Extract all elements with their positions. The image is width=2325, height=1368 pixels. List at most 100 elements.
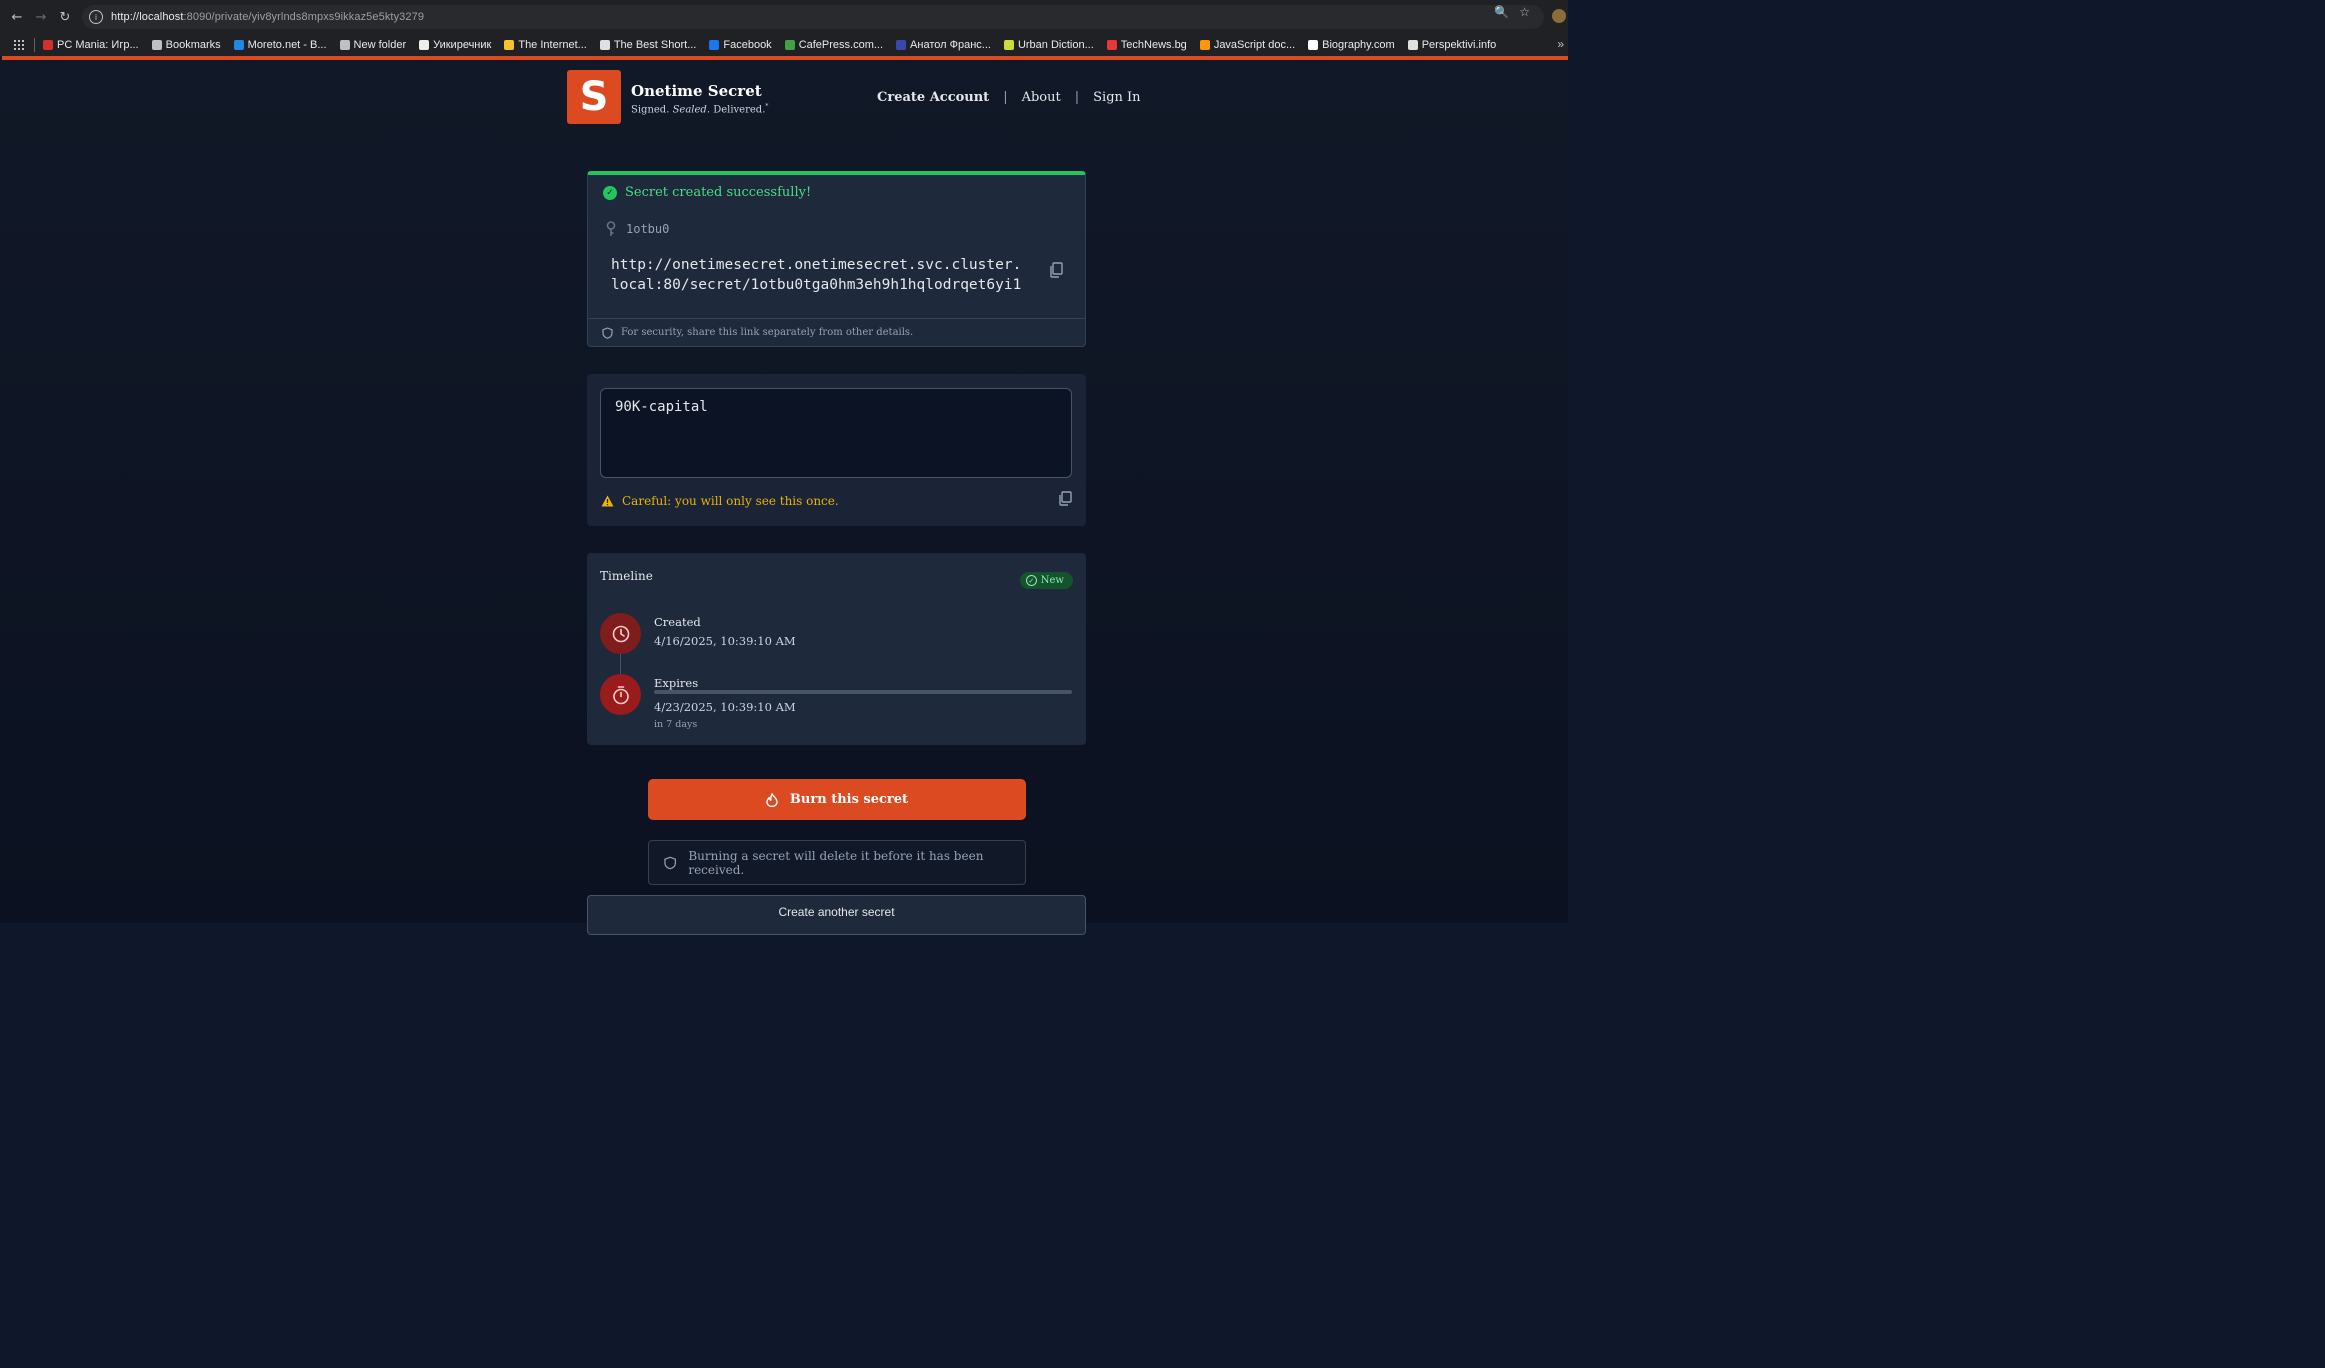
status-badge-text: New	[1040, 575, 1064, 586]
expires-relative: in 7 days	[654, 719, 698, 730]
bookmark-favicon-icon	[43, 40, 53, 50]
shield-icon	[602, 326, 613, 339]
star-icon[interactable]: ☆	[1519, 5, 1530, 19]
copy-link-icon[interactable]	[1049, 262, 1063, 278]
security-note-text: For security, share this link separately…	[621, 327, 914, 338]
bookmark-label: Perspektivi.info	[1421, 39, 1497, 51]
bookmark-label: Biography.com	[1322, 39, 1395, 51]
secret-value-box[interactable]: 90K-capital	[600, 388, 1072, 478]
copy-secret-icon[interactable]	[1058, 491, 1072, 506]
success-message: ✓ Secret created successfully!	[603, 185, 811, 200]
forward-icon[interactable]: →	[30, 6, 52, 28]
bookmarks-bar: PC Mania: Игр... Bookmarks Moreto.net - B.…	[0, 34, 1568, 56]
bookmark-label: Уикиречник	[433, 39, 492, 51]
share-link[interactable]: http://onetimesecret.onetimesecret.svc.c…	[611, 255, 1026, 295]
clock-icon	[612, 625, 629, 642]
bookmark-favicon-icon	[1199, 40, 1210, 50]
bookmark-item[interactable]: New folder	[339, 39, 407, 51]
timeline-connector	[620, 654, 621, 674]
timer-icon	[612, 685, 629, 704]
key-icon	[606, 221, 616, 236]
bookmark-item[interactable]: The Internet...	[504, 39, 587, 51]
bookmark-item[interactable]: The Best Short...	[599, 39, 697, 51]
security-note: For security, share this link separately…	[588, 318, 1085, 346]
logo-icon[interactable]: S	[567, 70, 621, 124]
nav-separator: |	[1003, 90, 1008, 105]
bookmark-favicon-icon	[599, 40, 610, 50]
warning-triangle-icon	[601, 495, 614, 507]
bookmark-label: Moreto.net - B...	[247, 39, 327, 51]
bookmark-item[interactable]: Bookmarks	[151, 39, 221, 51]
address-bar[interactable]: i http://localhost:8090/private/yiv8yrln…	[82, 5, 1544, 29]
timeline-title: Timeline	[600, 569, 653, 583]
expires-marker	[600, 674, 641, 715]
page-body: S Onetime Secret Signed. Sealed. Deliver…	[0, 60, 1568, 935]
success-text: Secret created successfully!	[625, 185, 812, 200]
bookmark-label: Urban Diction...	[1017, 39, 1094, 51]
bookmark-item[interactable]: Анатол Франс...	[896, 39, 991, 51]
bookmark-item[interactable]: TechNews.bg	[1106, 39, 1187, 51]
zoom-icon[interactable]: 🔍	[1494, 5, 1509, 19]
bookmark-label: TechNews.bg	[1120, 39, 1187, 51]
bookmark-item[interactable]: Уикиречник	[419, 39, 491, 51]
bookmark-item[interactable]: Urban Diction...	[1003, 39, 1094, 51]
address-url[interactable]: http://localhost:8090/private/yiv8yrlnds…	[111, 11, 424, 23]
burn-info-note: Burning a secret will delete it before i…	[648, 840, 1026, 885]
nav-create-account[interactable]: Create Account	[877, 90, 989, 105]
created-marker	[600, 613, 641, 654]
bookmark-favicon-icon	[1308, 40, 1319, 50]
burn-button-label: Burn this secret	[789, 792, 909, 807]
burn-secret-button[interactable]: Burn this secret	[648, 779, 1026, 820]
bookmark-favicon-icon	[1003, 40, 1014, 50]
brand-name[interactable]: Onetime Secret	[631, 82, 762, 100]
secret-content-card: 90K-capital Careful: you will only see t…	[587, 374, 1086, 526]
url-path: :8090/private/yiv8yrlnds8mpxs9ikkaz5e5kt…	[183, 11, 425, 23]
status-badge: ✓ New	[1019, 572, 1073, 589]
created-label: Created	[654, 615, 701, 629]
burn-note-text: Burning a secret will delete it before i…	[688, 848, 984, 877]
tagline-delivered: Delivered.	[713, 104, 766, 116]
expiry-progress-bar	[654, 690, 1072, 694]
nav-sign-in[interactable]: Sign In	[1093, 90, 1140, 105]
bookmark-label: Анатол Франс...	[910, 39, 991, 51]
profile-avatar[interactable]	[1552, 9, 1566, 23]
nav-about[interactable]: About	[1022, 90, 1061, 105]
reload-icon[interactable]: ↻	[54, 6, 76, 28]
bookmark-favicon-icon	[1106, 40, 1117, 50]
bookmark-favicon-icon	[339, 40, 350, 50]
bookmark-item[interactable]: CafePress.com...	[784, 39, 883, 51]
bookmark-item[interactable]: Moreto.net - B...	[233, 39, 327, 51]
bookmark-item[interactable]: PC Mania: Игр...	[43, 39, 139, 51]
bookmark-favicon-icon	[709, 40, 720, 50]
check-circle-icon: ✓	[603, 185, 617, 200]
check-circle-icon: ✓	[1025, 575, 1037, 586]
bookmark-favicon-icon	[784, 40, 795, 50]
bookmark-label: The Internet...	[518, 39, 587, 51]
bookmark-label: Bookmarks	[165, 39, 221, 51]
warning-text: Careful: you will only see this once.	[622, 494, 839, 508]
bookmark-favicon-icon	[896, 40, 907, 50]
site-info-icon[interactable]: i	[89, 10, 103, 24]
bookmark-item[interactable]: JavaScript doc...	[1199, 39, 1296, 51]
browser-toolbar: ← → ↻ i http://localhost:8090/private/yi…	[0, 0, 1568, 34]
apps-grid-icon[interactable]	[14, 40, 24, 50]
nav-separator: |	[1074, 90, 1080, 105]
bookmark-favicon-icon	[419, 40, 430, 50]
back-icon[interactable]: ←	[6, 6, 28, 28]
bookmark-label: The Best Short...	[613, 39, 697, 51]
bookmark-label: PC Mania: Игр...	[57, 39, 139, 51]
tagline-sealed: Sealed.	[672, 104, 711, 116]
bookmarks-overflow-icon[interactable]: »	[1557, 37, 1564, 51]
url-host: http://localhost	[111, 11, 184, 23]
bookmark-item[interactable]: Perspektivi.info	[1407, 39, 1497, 51]
expires-date: 4/23/2025, 10:39:10 AM	[654, 700, 796, 714]
bookmark-favicon-icon	[151, 40, 162, 50]
shield-icon	[664, 856, 677, 869]
bookmark-item[interactable]: Facebook	[709, 39, 772, 51]
timeline-card: Timeline ✓ New Created 4/16/2025, 10:39:…	[587, 553, 1086, 745]
bookmark-label: New folder	[353, 39, 407, 51]
bookmark-item[interactable]: Biography.com	[1308, 39, 1395, 51]
expires-label: Expires	[654, 676, 699, 690]
bookmark-label: JavaScript doc...	[1213, 39, 1296, 51]
create-another-button[interactable]: Create another secret	[587, 895, 1086, 935]
